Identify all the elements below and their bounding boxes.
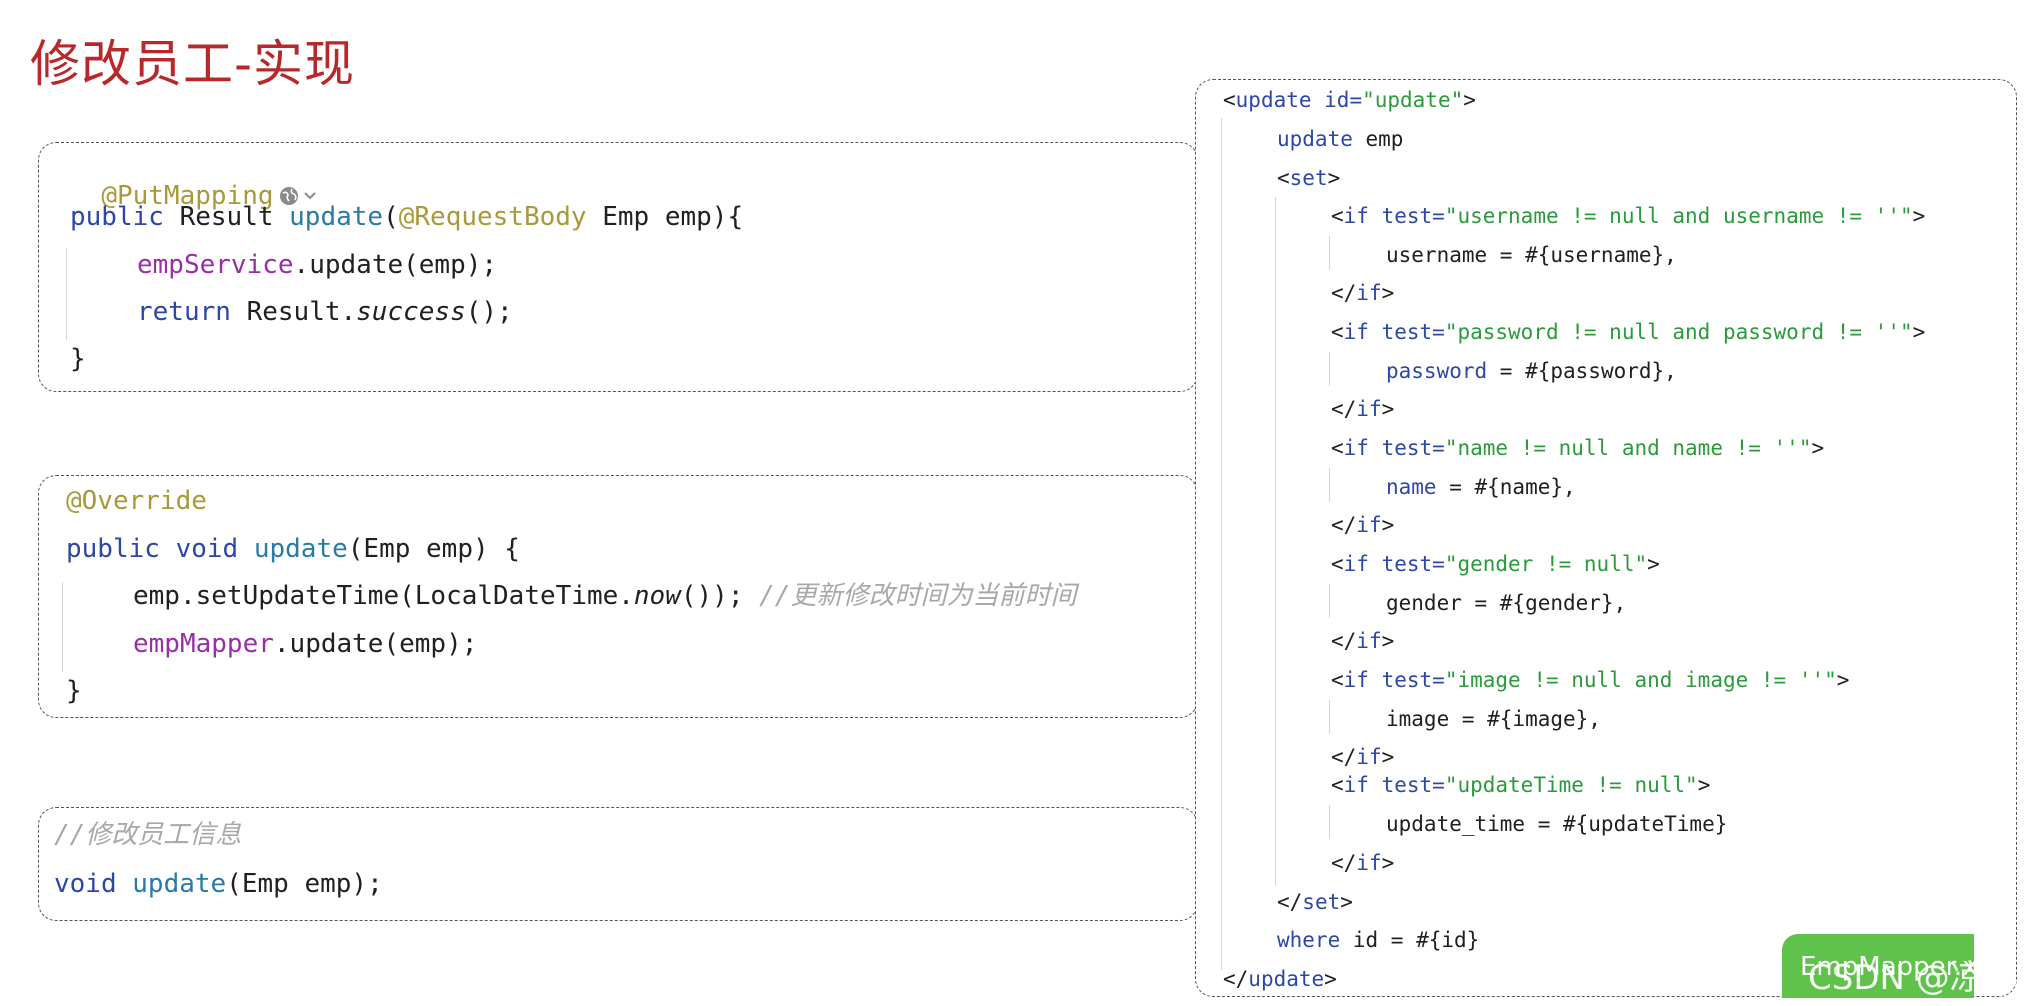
indent-guide [1329, 236, 1330, 270]
xml-if-close: </if> [1331, 281, 1395, 305]
code-line-return: return Result.success(); [137, 297, 513, 327]
code-line-close: } [70, 344, 86, 374]
xml-set-password: password = #{password}, [1386, 359, 1677, 383]
indent-guide [1329, 352, 1330, 386]
indent-guide [62, 582, 63, 672]
xml-if-username: <if test="username != null and username … [1331, 204, 1926, 228]
indent-guide [1329, 805, 1330, 839]
xml-if-updatetime: <if test="updateTime != null"> [1331, 773, 1711, 797]
indent-guide [1221, 118, 1222, 970]
indent-guide [1275, 197, 1276, 885]
indent-guide [66, 248, 67, 340]
code-line-service-call: empService.update(emp); [137, 250, 498, 280]
indent-guide [1329, 468, 1330, 502]
code-line-mapper-call: empMapper.update(emp); [133, 629, 478, 659]
xml-if-gender: <if test="gender != null"> [1331, 552, 1660, 576]
xml-if-close: </if> [1331, 513, 1395, 537]
xml-where-clause: where id = #{id} [1277, 928, 1480, 952]
xml-update-close-tag: </update> [1223, 967, 1337, 991]
xml-update-statement: update emp [1277, 127, 1404, 151]
page-title: 修改员工-实现 [30, 35, 356, 93]
xml-update-open-tag: <update id="update"> [1223, 88, 1476, 112]
xml-if-close: </if> [1331, 397, 1395, 421]
code-line-signature: void update(Emp emp); [54, 869, 383, 899]
xml-set-gender: gender = #{gender}, [1386, 591, 1627, 615]
xml-set-open-tag: <set> [1277, 166, 1341, 190]
xml-if-image: <if test="image != null and image != ''"… [1331, 668, 1850, 692]
code-line-set-update-time: emp.setUpdateTime(LocalDateTime.now()); … [133, 581, 1077, 611]
indent-guide [1329, 584, 1330, 618]
xml-set-name: name = #{name}, [1386, 475, 1576, 499]
xml-if-close: </if> [1331, 851, 1395, 875]
code-line-signature: public Result update(@RequestBody Emp em… [70, 202, 744, 232]
xml-if-name: <if test="name != null and name != ''"> [1331, 436, 1825, 460]
code-line-close: } [66, 676, 82, 706]
xml-set-close-tag: </set> [1277, 890, 1353, 914]
xml-set-image: image = #{image}, [1386, 707, 1601, 731]
xml-if-close: </if> [1331, 629, 1395, 653]
xml-if-close: </if> [1331, 745, 1395, 769]
override-annotation: @Override [66, 486, 207, 516]
xml-set-updatetime: update_time = #{updateTime} [1386, 812, 1728, 836]
code-comment: //修改员工信息 [54, 820, 242, 850]
xml-if-password: <if test="password != null and password … [1331, 320, 1926, 344]
code-line-signature: public void update(Emp emp) { [66, 534, 520, 564]
indent-guide [1329, 700, 1330, 734]
xml-set-username: username = #{username}, [1386, 243, 1677, 267]
code-comment: //更新修改时间为当前时间 [759, 581, 1077, 611]
watermark: CSDN @凉漠 [1808, 958, 2018, 998]
